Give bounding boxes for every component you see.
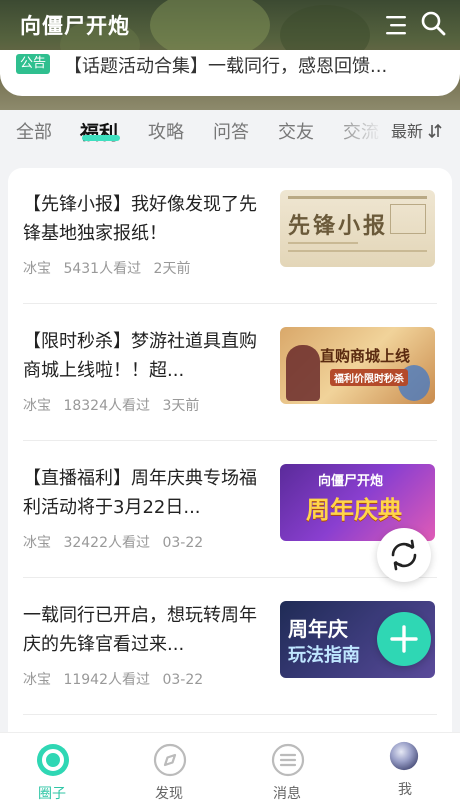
nav-label: 发现 (155, 786, 183, 801)
post-author: 冰宝 (23, 672, 51, 688)
menu-icon[interactable] (384, 14, 408, 36)
post-meta: 冰宝 5431人看过 2天前 (23, 258, 198, 278)
divider (23, 714, 437, 715)
nav-item-circle[interactable]: 圈子 (12, 733, 92, 801)
tab-qa[interactable]: 问答 (213, 118, 249, 144)
post-author: 冰宝 (23, 535, 51, 551)
nav-label: 消息 (273, 786, 301, 801)
post-meta: 冰宝 11942人看过 03-22 (23, 669, 211, 689)
thumbnail-text: 直购商城上线 (320, 347, 411, 365)
thumbnail-subtext: 福利价限时秒杀 (330, 369, 408, 386)
nav-item-discover[interactable]: 发现 (129, 733, 209, 801)
post-views: 32422人看过 (63, 535, 150, 551)
message-icon (271, 743, 305, 777)
divider (23, 440, 437, 441)
refresh-icon (391, 539, 417, 571)
nav-item-me[interactable]: 我 (365, 733, 445, 801)
post-meta: 冰宝 18324人看过 3天前 (23, 395, 207, 415)
post-title: 一载同行已开启，想玩转周年庆的先锋官看过来... (23, 605, 257, 655)
post-views: 11942人看过 (63, 672, 150, 688)
post-views: 18324人看过 (63, 398, 150, 414)
compass-icon (153, 743, 187, 777)
thumbnail-text: 先锋小报 (288, 214, 389, 239)
nav-label: 我 (398, 782, 412, 798)
post-time: 03-22 (162, 535, 204, 551)
search-icon[interactable] (420, 10, 446, 36)
bottom-navigation: 圈子 发现 消息 我 (0, 732, 460, 801)
list-item[interactable]: 【先锋小报】我好像发现了先锋基地独家报纸！ 冰宝 5431人看过 2天前 先锋小… (8, 168, 452, 304)
circle-icon (37, 744, 69, 776)
divider (23, 577, 437, 578)
post-thumbnail: 直购商城上线 福利价限时秒杀 (280, 327, 435, 404)
create-post-button[interactable] (377, 612, 431, 666)
tab-guides[interactable]: 攻略 (148, 118, 184, 144)
post-views: 5431人看过 (63, 261, 142, 277)
list-item[interactable]: 【限时秒杀】梦游社道具直购商城上线啦！！超... 冰宝 18324人看过 3天前… (8, 305, 452, 441)
post-author: 冰宝 (23, 261, 51, 277)
thumbnail-top-text: 向僵尸开炮 (318, 474, 384, 489)
thumbnail-subtext: 玩法指南 (288, 645, 360, 666)
thumbnail-text: 周年庆 (288, 617, 348, 641)
announcement-badge: 公告 (16, 54, 51, 74)
announcement-text: 【话题活动合集】一载同行，感恩回馈... (64, 56, 388, 77)
nav-item-messages[interactable]: 消息 (247, 733, 327, 801)
refresh-button[interactable] (377, 528, 431, 582)
post-meta: 冰宝 32422人看过 03-22 (23, 532, 211, 552)
active-tab-indicator (82, 135, 120, 141)
plus-icon (390, 625, 418, 653)
post-title: 【直播福利】周年庆典专场福利活动将于3月22日... (23, 468, 257, 518)
sort-label: 最新 (391, 122, 424, 141)
divider (23, 303, 437, 304)
post-thumbnail: 先锋小报 (280, 190, 435, 267)
announcement-bar[interactable]: 公告 【话题活动合集】一载同行，感恩回馈... (0, 50, 460, 96)
post-time: 3天前 (162, 398, 200, 414)
thumbnail-text: 周年庆典 (306, 496, 402, 524)
post-title: 【限时秒杀】梦游社道具直购商城上线啦！！超... (23, 331, 257, 381)
sort-icon (428, 123, 442, 139)
tab-friends[interactable]: 交友 (278, 118, 314, 144)
sort-button[interactable]: 最新 (391, 118, 442, 142)
tab-all[interactable]: 全部 (16, 118, 52, 144)
post-list: 【先锋小报】我好像发现了先锋基地独家报纸！ 冰宝 5431人看过 2天前 先锋小… (8, 168, 452, 768)
nav-label: 圈子 (38, 786, 66, 801)
post-title: 【先锋小报】我好像发现了先锋基地独家报纸！ (23, 194, 257, 244)
avatar (389, 741, 419, 771)
post-time: 03-22 (162, 672, 204, 688)
page-title: 向僵尸开炮 (20, 14, 130, 38)
post-author: 冰宝 (23, 398, 51, 414)
post-time: 2天前 (153, 261, 191, 277)
